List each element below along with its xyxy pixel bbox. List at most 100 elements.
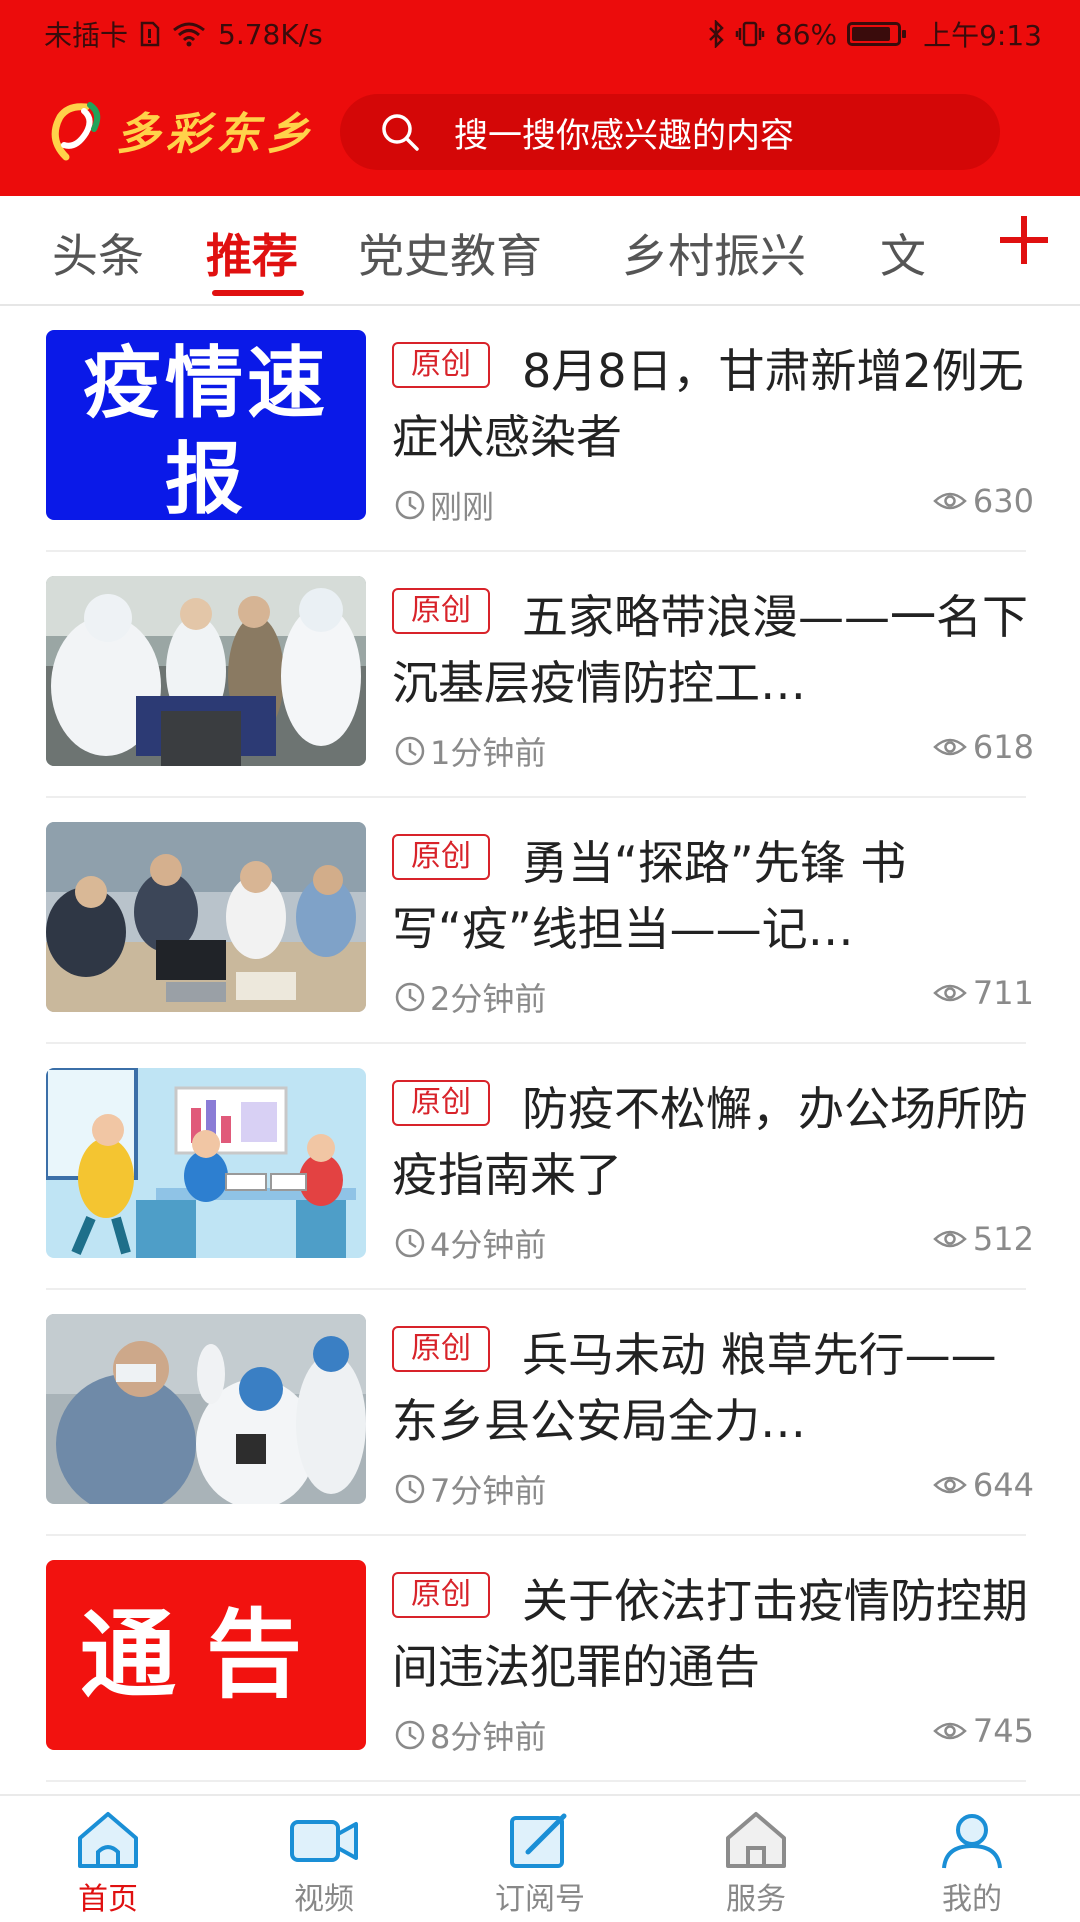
news-time-text: 7分钟前 (430, 1472, 547, 1510)
eye-icon (933, 984, 967, 1002)
battery-icon (847, 22, 907, 46)
tab-rural-revitalization[interactable]: 乡村振兴 (622, 220, 806, 286)
news-thumbnail (46, 1314, 366, 1504)
news-views-count: 618 (972, 728, 1034, 766)
office-meeting-photo (46, 822, 366, 1012)
search-icon (382, 114, 419, 151)
news-item[interactable]: 通告 关于依法打击疫情防控期间违法犯罪的通告 原创 8分钟前 745 (0, 1536, 1080, 1782)
eye-icon (933, 492, 967, 510)
news-views: 630 (933, 482, 1034, 520)
battery-percent: 86% (774, 17, 838, 51)
category-tabs: 头条 推荐 党史教育 乡村振兴 文 (0, 196, 1080, 306)
video-icon (290, 1820, 358, 1862)
original-badge: 原创 (392, 834, 490, 880)
clock-icon (395, 1228, 425, 1258)
subscribe-icon (510, 1813, 567, 1868)
clock-icon (395, 490, 425, 520)
home-icon (78, 1812, 138, 1868)
service-icon (726, 1812, 786, 1868)
nav-home-label: 首页 (78, 1882, 138, 1917)
eye-icon (933, 1230, 967, 1248)
status-bar: 未插卡 5.78K/s 86% 上午9:13 (0, 0, 1080, 68)
eye-icon (933, 1476, 967, 1494)
nav-video[interactable]: 视频 (254, 1808, 394, 1918)
news-time: 4分钟前 (394, 1220, 546, 1266)
app-header: 未插卡 5.78K/s 86% 上午9:13 多彩东乡 搜一搜你感兴趣的内容 (0, 0, 1080, 196)
search-bar[interactable]: 搜一搜你感兴趣的内容 (340, 94, 1000, 170)
nav-subscribe[interactable]: 订阅号 (470, 1808, 610, 1918)
nav-service-label: 服务 (726, 1882, 786, 1917)
tab-headlines[interactable]: 头条 (52, 220, 144, 286)
news-item[interactable]: 疫情速报 8月8日，甘肃新增2例无症状感染者 原创 刚刚 630 (0, 306, 1080, 552)
app-bar: 多彩东乡 搜一搜你感兴趣的内容 (0, 68, 1080, 196)
news-time: 1分钟前 (394, 728, 546, 774)
news-time-text: 2分钟前 (430, 980, 547, 1018)
news-thumbnail: 通告 (46, 1560, 366, 1750)
vibrate-icon (735, 21, 765, 47)
news-views-count: 644 (972, 1466, 1034, 1504)
news-time: 刚刚 (394, 482, 494, 528)
news-views: 745 (933, 1712, 1034, 1750)
news-time: 2分钟前 (394, 974, 546, 1020)
news-thumbnail: 疫情速报 (46, 330, 366, 520)
divider (46, 1780, 1026, 1782)
news-views: 512 (933, 1220, 1034, 1258)
tab-party-history[interactable]: 党史教育 (358, 220, 542, 286)
add-tab-icon[interactable] (996, 212, 1052, 268)
news-time: 7分钟前 (394, 1466, 546, 1512)
news-item[interactable]: 兵马未动 粮草先行——东乡县公安局全力… 原创 7分钟前 644 (0, 1290, 1080, 1536)
tab-recommended[interactable]: 推荐 (206, 220, 298, 286)
police-medical-photo (46, 1314, 366, 1504)
nav-subscribe-label: 订阅号 (495, 1882, 585, 1917)
clock-icon (395, 982, 425, 1012)
bluetooth-icon (708, 20, 724, 48)
clock-icon (395, 736, 425, 766)
nav-home[interactable]: 首页 (38, 1808, 178, 1918)
carrier-label: 未插卡 (44, 19, 129, 52)
clock-icon (395, 1474, 425, 1504)
clock-icon (395, 1720, 425, 1750)
news-thumbnail (46, 1068, 366, 1258)
active-tab-indicator (212, 290, 304, 296)
logo-text: 多彩东乡 (116, 109, 316, 160)
news-views: 644 (933, 1466, 1034, 1504)
thumbnail-text: 通告 (80, 1598, 332, 1711)
news-views-count: 711 (972, 974, 1034, 1012)
search-placeholder: 搜一搜你感兴趣的内容 (454, 115, 794, 156)
wifi-icon (173, 22, 205, 47)
original-badge: 原创 (392, 1326, 490, 1372)
eye-icon (933, 738, 967, 756)
clock: 上午9:13 (923, 19, 1042, 52)
news-item[interactable]: 防疫不松懈，办公场所防疫指南来了 原创 4分钟前 512 (0, 1044, 1080, 1290)
news-views: 618 (933, 728, 1034, 766)
news-views: 711 (933, 974, 1034, 1012)
logo-swirl-icon (51, 102, 101, 161)
thumbnail-text: 疫情速报 (82, 339, 329, 520)
user-icon (942, 1814, 1002, 1869)
news-item[interactable]: 勇当“探路”先锋 书写“疫”线担当——记… 原创 2分钟前 711 (0, 798, 1080, 1044)
app-logo[interactable]: 多彩东乡 (46, 98, 316, 162)
sim-icon (140, 21, 160, 47)
news-time-text: 4分钟前 (430, 1226, 547, 1264)
nav-service[interactable]: 服务 (686, 1808, 826, 1918)
original-badge: 原创 (392, 1572, 490, 1618)
medical-workers-photo (46, 576, 366, 766)
news-views-count: 745 (972, 1712, 1034, 1750)
nav-video-label: 视频 (294, 1882, 354, 1917)
eye-icon (933, 1722, 967, 1740)
original-badge: 原创 (392, 588, 490, 634)
news-time-text: 8分钟前 (430, 1718, 547, 1756)
nav-profile[interactable]: 我的 (902, 1808, 1042, 1918)
news-time: 8分钟前 (394, 1712, 546, 1758)
news-views-count: 630 (972, 482, 1034, 520)
office-illustration (46, 1068, 366, 1258)
original-badge: 原创 (392, 342, 490, 388)
bottom-navigation: 首页 视频 订阅号 服务 我的 (0, 1794, 1080, 1922)
original-badge: 原创 (392, 1080, 490, 1126)
news-time-text: 1分钟前 (430, 734, 547, 772)
news-item[interactable]: 五家略带浪漫——一名下沉基层疫情防控工… 原创 1分钟前 618 (0, 552, 1080, 798)
news-views-count: 512 (972, 1220, 1034, 1258)
network-speed: 5.78K/s (218, 17, 323, 51)
tab-culture[interactable]: 文 (880, 220, 926, 286)
nav-profile-label: 我的 (942, 1882, 1002, 1917)
